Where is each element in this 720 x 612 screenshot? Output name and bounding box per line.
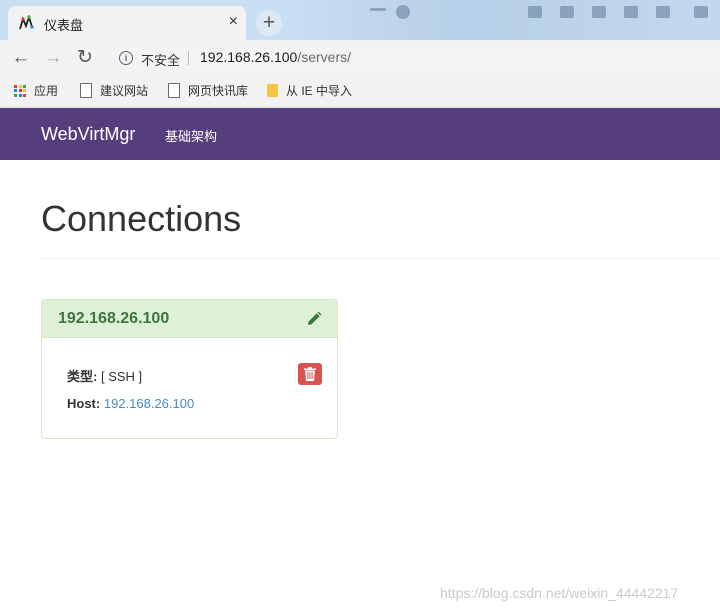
host-label: Host: [67, 396, 101, 411]
background-icon-3 [592, 6, 606, 18]
folder-icon [267, 84, 278, 98]
bookmark-import-from-ie[interactable]: 从 IE 中导入 [267, 82, 352, 100]
address-url[interactable]: 192.168.26.100/servers/ [200, 49, 351, 65]
page-title: Connections [41, 198, 242, 239]
connection-host-row: Host: 192.168.26.100 [67, 396, 194, 411]
bookmark-label: 应用 [34, 84, 59, 98]
nav-item-infrastructure[interactable]: 基础架构 [165, 126, 217, 145]
security-label: 不安全 [141, 53, 181, 68]
tab-title: 仪表盘 [44, 18, 84, 33]
title-divider [41, 258, 720, 259]
connection-name[interactable]: 192.168.26.100 [58, 310, 169, 328]
connection-panel: 192.168.26.100 类型: [ SSH ] Host: 192.168… [41, 299, 338, 439]
type-value: [ SSH ] [100, 369, 143, 384]
connection-type-row: 类型: [ SSH ] [67, 366, 142, 385]
info-icon[interactable]: i [119, 51, 133, 65]
delete-button[interactable] [298, 363, 322, 385]
forward-icon[interactable]: → [42, 47, 64, 69]
pencil-icon[interactable] [306, 311, 322, 327]
host-link[interactable]: 192.168.26.100 [104, 396, 194, 411]
address-separator [188, 51, 189, 65]
type-label: 类型: [67, 369, 98, 384]
bookmark-label: 建议网站 [100, 84, 149, 98]
bookmark-label: 从 IE 中导入 [286, 84, 353, 98]
url-host: 192.168.26.100 [200, 49, 298, 65]
url-path: /servers/ [297, 49, 352, 65]
watermark-text: https://blog.csdn.net/weixin_44442217 [440, 585, 679, 601]
background-icon-1 [528, 6, 542, 18]
background-icon-5 [656, 6, 670, 18]
apps-grid-icon [14, 84, 26, 97]
brand-link[interactable]: WebVirtMgr [41, 124, 135, 145]
browser-tab[interactable]: 仪表盘 × [8, 6, 246, 40]
new-tab-button[interactable]: + [256, 10, 282, 36]
page-icon [168, 83, 180, 99]
browser-toolbar: ← → ↻ i 不安全 192.168.26.100/servers/ [0, 40, 720, 76]
bookmark-suggested-sites[interactable]: 建议网站 [80, 82, 148, 100]
app-navbar: WebVirtMgr 基础架构 [0, 108, 720, 160]
bookmark-apps[interactable]: 应用 [14, 82, 58, 100]
webvirtmgr-favicon-icon [19, 15, 34, 30]
connection-panel-header: 192.168.26.100 [42, 300, 337, 338]
address-bar[interactable]: i 不安全 192.168.26.100/servers/ [108, 44, 720, 72]
tab-close-icon[interactable]: × [229, 12, 238, 32]
background-globe-icon [396, 5, 410, 19]
reload-icon[interactable]: ↻ [74, 47, 96, 69]
bookmark-web-slice-gallery[interactable]: 网页快讯库 [168, 82, 248, 100]
background-icon-6 [694, 6, 708, 18]
page-icon [80, 83, 92, 99]
background-icon-4 [624, 6, 638, 18]
trash-icon [304, 367, 316, 381]
back-icon[interactable]: ← [10, 47, 32, 69]
bookmark-label: 网页快讯库 [188, 84, 249, 98]
background-icon-2 [560, 6, 574, 18]
bookmarks-bar: 应用 建议网站 网页快讯库 从 IE 中导入 [0, 76, 720, 106]
background-minimize-icon [370, 8, 386, 11]
browser-tab-strip: 仪表盘 × + [0, 0, 720, 40]
